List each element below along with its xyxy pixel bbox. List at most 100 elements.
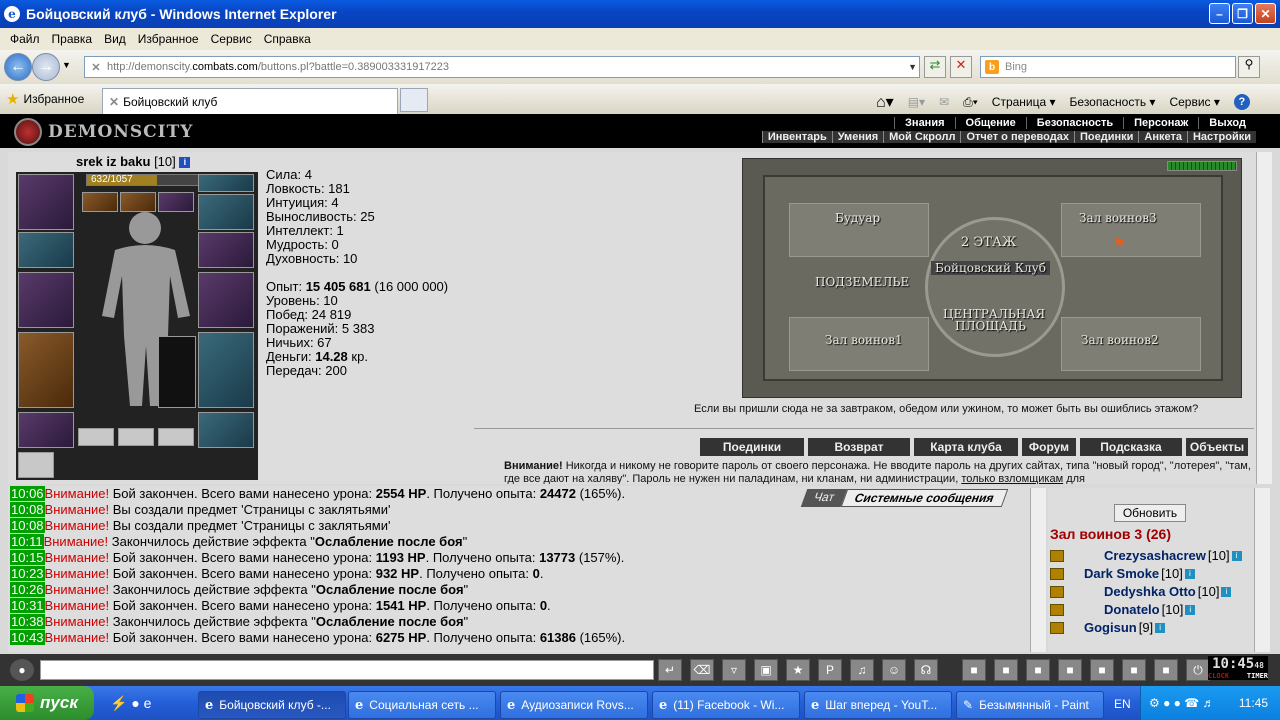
filter-icon[interactable]: ▿ [722, 659, 746, 681]
user-info-icon[interactable]: i [1155, 622, 1166, 633]
bracers-slot[interactable] [18, 232, 74, 268]
nav-settings[interactable]: Настройки [1186, 131, 1256, 143]
map-label-square[interactable]: ПЛОЩАДЬ [955, 319, 1026, 333]
nav-exit[interactable]: Выход [1198, 117, 1256, 129]
chat-time[interactable]: 10:06 [10, 486, 45, 501]
chat-time[interactable]: 10:11 [10, 534, 44, 549]
help-icon[interactable]: ? [1233, 94, 1250, 110]
search-go-icon[interactable]: ⚲ [1238, 56, 1260, 78]
search-input[interactable]: b Bing [980, 56, 1236, 78]
duels-button[interactable]: Поединки [700, 438, 804, 456]
smile-icon[interactable]: ☺ [882, 659, 906, 681]
user-name[interactable]: Dark Smoke [1084, 566, 1159, 581]
user-info-icon[interactable]: i [1221, 586, 1232, 597]
info-icon[interactable]: i [179, 157, 191, 169]
private-message-icon[interactable] [1050, 567, 1064, 580]
chat-scrollbar[interactable] [1030, 488, 1046, 652]
refresh-icon[interactable]: ⇄ [924, 56, 946, 78]
nav-knowledge[interactable]: Знания [894, 117, 954, 129]
gloves-slot[interactable] [198, 232, 254, 268]
user-row[interactable]: Crezysashacrew [10] i [1050, 548, 1242, 563]
taskbar-item-audio[interactable]: e Аудиозаписи Rovs... [500, 691, 648, 719]
maximize-button[interactable]: ❐ [1232, 3, 1253, 24]
taskbar-item-fight-club[interactable]: e Бойцовский клуб -... [198, 691, 346, 719]
scroll-slot[interactable] [18, 452, 54, 478]
refresh-button[interactable]: Обновить [1114, 504, 1186, 522]
user-info-icon[interactable]: i [1184, 568, 1195, 579]
safety-menu[interactable]: Безопасность ▾ [1070, 95, 1156, 109]
pet-slot[interactable] [158, 336, 196, 408]
nav-transfer-report[interactable]: Отчет о переводах [960, 131, 1074, 143]
close-button[interactable]: ✕ [1255, 3, 1276, 24]
hackers-link[interactable]: только взломщикам [961, 473, 1063, 484]
toolbar-item-5-icon[interactable]: ■ [1090, 659, 1114, 681]
boots-slot[interactable] [198, 412, 254, 448]
menu-edit[interactable]: Правка [46, 32, 99, 46]
user-row[interactable]: Dedyshka Otto [10] i [1050, 584, 1232, 599]
club-map-button[interactable]: Карта клуба [914, 438, 1018, 456]
chat-time[interactable]: 10:08 [10, 502, 45, 517]
player-name[interactable]: srek iz baku [10] i [76, 154, 191, 169]
map-label-hall1[interactable]: Зал воинов1 [825, 333, 903, 347]
toolbar-item-4-icon[interactable]: ■ [1058, 659, 1082, 681]
user-name[interactable]: Donatelo [1104, 602, 1160, 617]
menu-file[interactable]: Файл [4, 32, 46, 46]
pants-slot[interactable] [198, 332, 254, 408]
menu-view[interactable]: Вид [98, 32, 132, 46]
map-label-fight-club[interactable]: Бойцовский Клуб [931, 261, 1050, 275]
user-name[interactable]: Dedyshka Otto [1104, 584, 1196, 599]
amulet-slot[interactable] [198, 194, 254, 230]
chat-time[interactable]: 10:31 [10, 598, 45, 613]
menu-help[interactable]: Справка [258, 32, 317, 46]
toolbar-item-7-icon[interactable]: ■ [1154, 659, 1178, 681]
nav-character[interactable]: Персонаж [1123, 117, 1198, 129]
exit-icon[interactable]: ⏻ [1186, 659, 1210, 681]
return-button[interactable]: Возврат [808, 438, 910, 456]
empty-slot-1[interactable] [78, 428, 114, 446]
chat-time[interactable]: 10:43 [10, 630, 45, 645]
page-menu[interactable]: Страница ▾ [992, 95, 1056, 109]
tab-system-messages[interactable]: Системные сообщения [840, 489, 1008, 507]
smiley-menu-icon[interactable]: ● [10, 659, 34, 681]
tray-icons[interactable]: ⚙ ● ● ☎ ♬ [1141, 696, 1215, 710]
history-dropdown-icon[interactable]: ▼ [62, 60, 71, 70]
print-icon[interactable]: ⎙▾ [963, 95, 978, 110]
nav-duels[interactable]: Поединки [1073, 131, 1138, 143]
taskbar-item-social[interactable]: e Социальная сеть ... [348, 691, 496, 719]
nav-profile[interactable]: Анкета [1138, 131, 1187, 143]
toolbar-item-6-icon[interactable]: ■ [1122, 659, 1146, 681]
nav-inventory[interactable]: Инвентарь [761, 131, 832, 143]
toolbar-item-1-icon[interactable]: ■ [962, 659, 986, 681]
nav-skills[interactable]: Умения [831, 131, 883, 143]
toolbar-item-2-icon[interactable]: ■ [994, 659, 1018, 681]
map-label-hall2[interactable]: Зал воинов2 [1081, 333, 1159, 347]
music-icon[interactable]: ♫ [850, 659, 874, 681]
user-row[interactable]: Gogisun [9] i [1050, 620, 1166, 635]
pl-icon[interactable]: P [818, 659, 842, 681]
chat-time[interactable]: 10:23 [10, 566, 45, 581]
map-label-boudoir[interactable]: Будуар [835, 211, 880, 225]
nav-security[interactable]: Безопасность [1025, 117, 1123, 129]
main-scrollbar[interactable] [1256, 152, 1272, 484]
save-icon[interactable]: ▣ [754, 659, 778, 681]
hint-button[interactable]: Подсказка [1080, 438, 1182, 456]
toolbar-item-3-icon[interactable]: ■ [1026, 659, 1050, 681]
weapon-right-slot[interactable] [198, 272, 254, 328]
user-info-icon[interactable]: i [1185, 604, 1196, 615]
forward-button[interactable]: → [32, 53, 60, 81]
taskbar-item-youtube[interactable]: e Шаг вперед - YouT... [804, 691, 952, 719]
private-message-icon[interactable] [1050, 549, 1064, 562]
menu-favorites[interactable]: Избранное [132, 32, 205, 46]
private-message-icon[interactable] [1050, 603, 1064, 616]
language-indicator[interactable]: EN [1114, 697, 1131, 711]
chat-input[interactable] [40, 660, 654, 680]
helmet-slot[interactable] [18, 174, 74, 230]
private-message-icon[interactable] [1050, 621, 1064, 634]
mail-icon[interactable]: ✉ [939, 95, 949, 109]
address-bar[interactable]: ✕ http://demonscity. combats.com/buttons.… [84, 56, 920, 78]
nav-communication[interactable]: Общение [954, 117, 1026, 129]
user-row[interactable]: Donatelo [10] i [1050, 602, 1196, 617]
quicklaunch-icons[interactable]: ⚡ ● e [110, 695, 151, 712]
tab-chat[interactable]: Чат [800, 489, 848, 507]
users-scrollbar[interactable] [1254, 488, 1270, 652]
